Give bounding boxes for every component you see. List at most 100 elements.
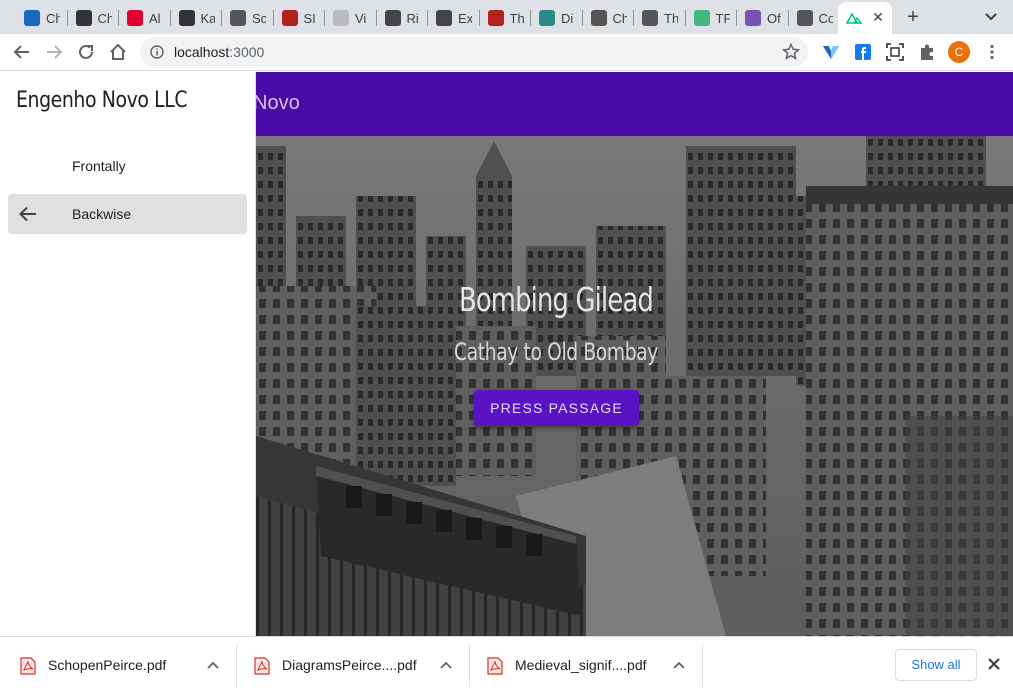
facebook-extension-button[interactable] bbox=[851, 40, 875, 64]
browser-tab[interactable]: Th bbox=[480, 4, 531, 32]
press-passage-button[interactable]: PRESS PASSAGE bbox=[474, 390, 639, 426]
reload-button[interactable] bbox=[74, 40, 98, 64]
browser-tab[interactable]: Ex bbox=[428, 4, 480, 32]
profile-avatar[interactable]: C bbox=[948, 41, 970, 63]
link-icon bbox=[333, 10, 349, 26]
vue-icon bbox=[693, 10, 710, 26]
vuetify-icon bbox=[24, 10, 40, 26]
tab-title: Ka bbox=[200, 10, 215, 26]
browser-tab[interactable]: SI bbox=[274, 4, 325, 32]
address-bar[interactable]: localhost:3000 bbox=[140, 37, 808, 67]
screen-capture-icon bbox=[886, 43, 904, 61]
arrow-right-icon bbox=[47, 45, 63, 59]
url-host: localhost bbox=[174, 44, 230, 60]
arrow-left-icon bbox=[13, 45, 29, 59]
pdf-file-icon bbox=[254, 657, 270, 675]
download-item[interactable]: DiagramsPeirce....pdf bbox=[254, 645, 464, 685]
tab-title: SI bbox=[303, 10, 316, 26]
chevron-up-icon[interactable] bbox=[672, 658, 686, 672]
home-icon bbox=[110, 43, 126, 60]
screenshot-extension-button[interactable] bbox=[883, 40, 907, 64]
reload-icon bbox=[79, 44, 93, 59]
browser-menu-button[interactable] bbox=[980, 40, 1004, 64]
info-icon[interactable] bbox=[150, 45, 164, 59]
hero-subtitle: Cathay to Old Bombay bbox=[454, 338, 658, 366]
tab-title: Di bbox=[561, 10, 574, 26]
close-download-bar-icon[interactable] bbox=[986, 656, 1002, 672]
browser-tab[interactable]: Ka bbox=[171, 4, 222, 32]
new-tab-button[interactable]: + bbox=[902, 6, 924, 28]
tab-title: Vi bbox=[355, 10, 367, 26]
pdf-file-icon bbox=[20, 657, 36, 675]
download-filename: DiagramsPeirce....pdf bbox=[282, 657, 417, 673]
codepen-icon bbox=[796, 10, 813, 26]
forward-button[interactable] bbox=[42, 40, 66, 64]
tab-search-icon[interactable] bbox=[982, 8, 1000, 26]
tab-title: Th bbox=[664, 10, 678, 26]
bookmark-star-icon[interactable] bbox=[782, 43, 800, 61]
puzzle-icon bbox=[921, 44, 933, 60]
url-text: localhost:3000 bbox=[174, 44, 264, 60]
download-item[interactable]: Medieval_signif....pdf bbox=[487, 645, 697, 685]
vuetify-extension-button[interactable] bbox=[819, 40, 843, 64]
tab-title: TF bbox=[715, 10, 730, 26]
app-bar: Novo bbox=[253, 72, 1013, 136]
show-all-downloads-button[interactable]: Show all bbox=[895, 649, 977, 681]
tab-title: Ch bbox=[46, 10, 60, 26]
wikipedia-icon bbox=[642, 10, 658, 26]
ear-icon bbox=[75, 10, 92, 26]
download-separator bbox=[702, 645, 703, 687]
download-bar: SchopenPeirce.pdf DiagramsPeirce....pdf … bbox=[0, 636, 1013, 693]
browser-tab[interactable]: Co bbox=[789, 4, 840, 32]
browser-tab[interactable]: Th bbox=[634, 4, 686, 32]
tab-title: Of bbox=[767, 10, 781, 26]
back-button[interactable] bbox=[10, 40, 34, 64]
tab-title: Ex bbox=[458, 10, 472, 26]
tab-title: Sc bbox=[252, 10, 266, 26]
hero-section: Bombing Gilead Cathay to Old Bombay PRES… bbox=[256, 136, 1013, 636]
tab-title: Ri bbox=[406, 10, 419, 26]
nav-item-frontally[interactable]: Frontally bbox=[8, 146, 247, 186]
arrow-left-icon bbox=[19, 206, 36, 222]
more-vertical-icon bbox=[990, 44, 994, 60]
tab-title: Ch bbox=[97, 10, 112, 26]
browser-tab[interactable]: Al bbox=[119, 4, 171, 32]
home-button[interactable] bbox=[106, 40, 130, 64]
browser-tab[interactable]: Ch bbox=[68, 4, 119, 32]
chevron-up-icon[interactable] bbox=[439, 658, 453, 672]
browser-tab[interactable]: Ch bbox=[583, 4, 634, 32]
wikipedia-icon bbox=[590, 10, 607, 26]
browser-tab[interactable]: TF bbox=[686, 4, 737, 32]
download-item[interactable]: SchopenPeirce.pdf bbox=[20, 645, 230, 685]
url-port: :3000 bbox=[229, 44, 265, 60]
download-filename: SchopenPeirce.pdf bbox=[48, 657, 167, 673]
download-separator bbox=[469, 645, 470, 687]
navigation-drawer: Engenho Novo LLC Frontally Backwise bbox=[0, 72, 256, 636]
nav-item-backwise[interactable]: Backwise bbox=[8, 194, 247, 234]
tab-strip: Ch Ch Al Ka Sc SI Vi Ri Ex Th Di Ch Th TF Of Co ✕ + bbox=[0, 0, 1013, 34]
tab-title: Co bbox=[818, 10, 833, 26]
book-icon bbox=[487, 10, 504, 26]
tab-title: Ch bbox=[612, 10, 627, 26]
tab-title: Th bbox=[509, 10, 524, 26]
hero-content: Bombing Gilead Cathay to Old Bombay PRES… bbox=[256, 136, 1013, 636]
angular-icon bbox=[127, 10, 143, 26]
ear-icon bbox=[178, 10, 195, 26]
browser-tab[interactable]: Ch bbox=[16, 4, 68, 32]
active-tab[interactable]: ✕ bbox=[838, 2, 892, 34]
browser-tab[interactable]: Vi bbox=[325, 4, 377, 32]
chevron-up-icon[interactable] bbox=[206, 658, 220, 672]
browser-toolbar: localhost:3000 C bbox=[0, 34, 1013, 71]
wikipedia-icon bbox=[230, 10, 246, 26]
download-separator bbox=[236, 645, 237, 687]
extensions-button[interactable] bbox=[915, 40, 939, 64]
browser-tab[interactable]: Of bbox=[737, 4, 789, 32]
app-bar-title: Novo bbox=[253, 92, 300, 114]
close-tab-icon[interactable]: ✕ bbox=[870, 9, 886, 25]
stack-icon bbox=[539, 10, 555, 26]
browser-tab[interactable]: Sc bbox=[222, 4, 274, 32]
browser-tab[interactable]: Ri bbox=[377, 4, 428, 32]
download-filename: Medieval_signif....pdf bbox=[515, 657, 647, 673]
hero-title: Bombing Gilead bbox=[458, 280, 654, 319]
browser-tab[interactable]: Di bbox=[531, 4, 583, 32]
